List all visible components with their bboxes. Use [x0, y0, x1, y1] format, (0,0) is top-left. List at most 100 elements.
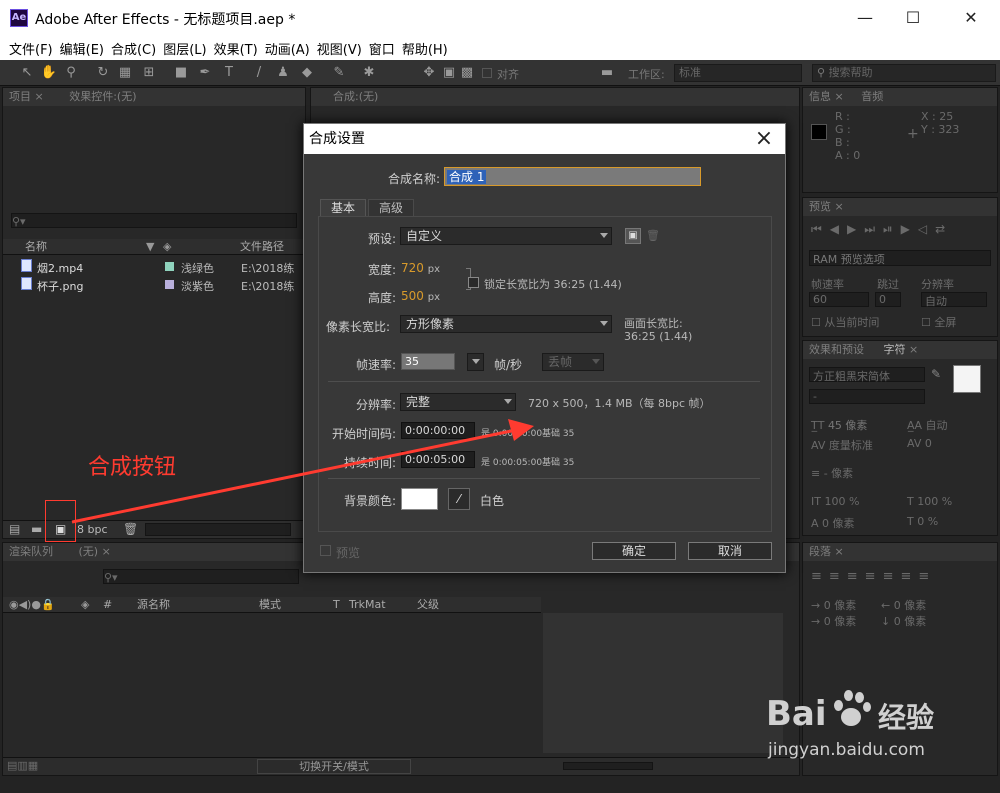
eraser-tool-icon[interactable]: ◆: [298, 64, 316, 82]
tab-basic[interactable]: 基本: [320, 199, 366, 217]
dialog-close-button[interactable]: ×: [751, 126, 777, 152]
column-t[interactable]: T: [333, 597, 340, 613]
fill-color-swatch[interactable]: [953, 365, 981, 393]
tab-effect-controls[interactable]: 效果控件:(无): [69, 90, 136, 103]
fps-input[interactable]: 35: [401, 353, 455, 370]
column-parent[interactable]: 父级: [417, 597, 439, 613]
preview-skip-select[interactable]: 0: [875, 292, 901, 307]
leading-field[interactable]: A̲A 自动: [907, 417, 948, 433]
font-size-field[interactable]: T̲T 45 像素: [811, 417, 867, 433]
menu-animation[interactable]: 动画(A): [264, 39, 316, 58]
delete-preset-icon[interactable]: 🗑: [645, 228, 661, 244]
fullscreen-checkbox[interactable]: ☐ 全屏: [921, 314, 956, 330]
font-style-select[interactable]: -: [809, 389, 925, 404]
width-field[interactable]: 720 px: [401, 261, 440, 275]
stroke-width-field[interactable]: ≡ - 像素: [811, 465, 853, 481]
tab-effects-presets[interactable]: 效果和预设: [809, 343, 864, 356]
drop-frame-select[interactable]: 丢帧: [542, 353, 604, 371]
text-tool-icon[interactable]: T: [220, 64, 238, 82]
tab-audio[interactable]: 音频: [861, 90, 883, 103]
ram-preview-select[interactable]: RAM 预览选项: [809, 250, 991, 266]
project-search-input[interactable]: ⚲▾: [11, 213, 297, 228]
horizontal-scale-field[interactable]: T 100 %: [907, 495, 952, 508]
axis-icon[interactable]: ✥: [420, 64, 438, 82]
eyedropper-icon[interactable]: ✎: [931, 367, 941, 381]
menu-composition[interactable]: 合成(C): [110, 39, 162, 58]
preset-select[interactable]: 自定义: [400, 227, 612, 245]
indent-right-field[interactable]: ← 0 像素: [881, 597, 926, 613]
label-tag-icon[interactable]: ◈: [81, 597, 89, 613]
tab-advanced[interactable]: 高级: [368, 199, 414, 217]
rotate-tool-icon[interactable]: ↻: [94, 64, 112, 82]
selection-tool-icon[interactable]: ↖: [18, 64, 36, 82]
rectangle-tool-icon[interactable]: ■: [172, 64, 190, 82]
pen-tool-icon[interactable]: ✒: [196, 64, 214, 82]
column-trkmat[interactable]: TrkMat: [349, 597, 386, 613]
kerning-field[interactable]: AV 度量标准: [811, 437, 873, 453]
tab-preview[interactable]: 预览: [809, 200, 831, 213]
tab-project[interactable]: 项目: [9, 90, 31, 103]
puppet-tool-icon[interactable]: ✱: [360, 64, 378, 82]
background-color-swatch[interactable]: [401, 488, 438, 510]
world-axis-icon[interactable]: ▣: [440, 64, 458, 82]
clone-stamp-tool-icon[interactable]: ♟: [274, 64, 292, 82]
view-axis-icon[interactable]: ▩: [458, 64, 476, 82]
column-name[interactable]: 名称: [25, 240, 47, 253]
preview-fps-select[interactable]: 60: [809, 292, 869, 307]
label-color-swatch[interactable]: [165, 280, 174, 289]
fps-dropdown[interactable]: [467, 353, 484, 371]
label-tag-icon[interactable]: ◈: [163, 239, 171, 255]
preview-resolution-select[interactable]: 自动: [921, 292, 987, 308]
preview-checkbox[interactable]: [320, 545, 331, 556]
project-item-row[interactable]: 杯子.png 淡紫色 E:\2018练: [3, 276, 305, 294]
start-timecode-input[interactable]: 0:00:00:00: [401, 422, 475, 439]
brush-tool-icon[interactable]: /: [250, 64, 268, 82]
maximize-button[interactable]: ☐: [890, 4, 936, 32]
ok-button[interactable]: 确定: [592, 542, 676, 560]
tab-timeline[interactable]: (无): [79, 545, 99, 558]
menu-file[interactable]: 文件(F): [8, 39, 59, 58]
new-folder-icon[interactable]: ▬: [31, 522, 42, 536]
zoom-slider[interactable]: [563, 762, 653, 770]
tsume-field[interactable]: T 0 %: [907, 515, 938, 528]
baseline-shift-field[interactable]: A 0 像素: [811, 515, 855, 531]
search-help-input[interactable]: ⚲ 搜索帮助: [812, 64, 996, 82]
resolution-select[interactable]: 完整: [400, 393, 516, 411]
tab-info[interactable]: 信息: [809, 90, 831, 103]
tracking-field[interactable]: AV 0: [907, 437, 932, 450]
timeline-search-input[interactable]: ⚲▾: [103, 569, 299, 584]
pixel-aspect-select[interactable]: 方形像素: [400, 315, 612, 333]
menu-effect[interactable]: 效果(T): [213, 39, 264, 58]
bpc-button[interactable]: 8 bpc: [77, 523, 108, 536]
playback-controls[interactable]: ⏮◀▶⏭⏯▶◁⇄: [811, 222, 953, 237]
project-item-row[interactable]: 烟2.mp4 浅绿色 E:\2018练: [3, 258, 305, 276]
roto-brush-tool-icon[interactable]: ✎: [330, 64, 348, 82]
indent-first-field[interactable]: → 0 像素: [811, 613, 856, 629]
menu-window[interactable]: 窗口: [368, 39, 401, 58]
font-family-select[interactable]: 方正粗黑宋简体: [809, 367, 925, 383]
hand-tool-icon[interactable]: ✋: [40, 64, 58, 82]
space-after-field[interactable]: ↓ 0 像素: [881, 613, 926, 629]
close-button[interactable]: ✕: [948, 4, 994, 32]
camera-tool-icon[interactable]: ▦: [116, 64, 134, 82]
zoom-tool-icon[interactable]: ⚲: [62, 64, 80, 82]
sort-arrow-icon[interactable]: ▼: [146, 239, 154, 255]
menu-layer[interactable]: 图层(L): [162, 39, 212, 58]
tab-paragraph[interactable]: 段落: [809, 545, 831, 558]
pan-behind-tool-icon[interactable]: ⊞: [140, 64, 158, 82]
tab-composition[interactable]: 合成:(无): [333, 90, 378, 103]
comp-name-input[interactable]: 合成 1: [444, 167, 701, 186]
height-field[interactable]: 500 px: [401, 289, 440, 303]
workspace-select[interactable]: 标准: [674, 64, 802, 82]
indent-left-field[interactable]: → 0 像素: [811, 597, 856, 613]
tab-character[interactable]: 字符: [884, 343, 906, 356]
toggle-switches-modes-button[interactable]: 切换开关/模式: [257, 759, 411, 774]
label-color-swatch[interactable]: [165, 262, 174, 271]
menu-edit[interactable]: 编辑(E): [59, 39, 110, 58]
minimize-button[interactable]: —: [842, 4, 888, 32]
vertical-scale-field[interactable]: IT 100 %: [811, 495, 859, 508]
from-current-checkbox[interactable]: ☐ 从当前时间: [811, 314, 879, 330]
project-scrollbar[interactable]: [145, 523, 291, 536]
lock-aspect-checkbox[interactable]: [468, 277, 479, 288]
snap-checkbox[interactable]: [482, 68, 492, 78]
